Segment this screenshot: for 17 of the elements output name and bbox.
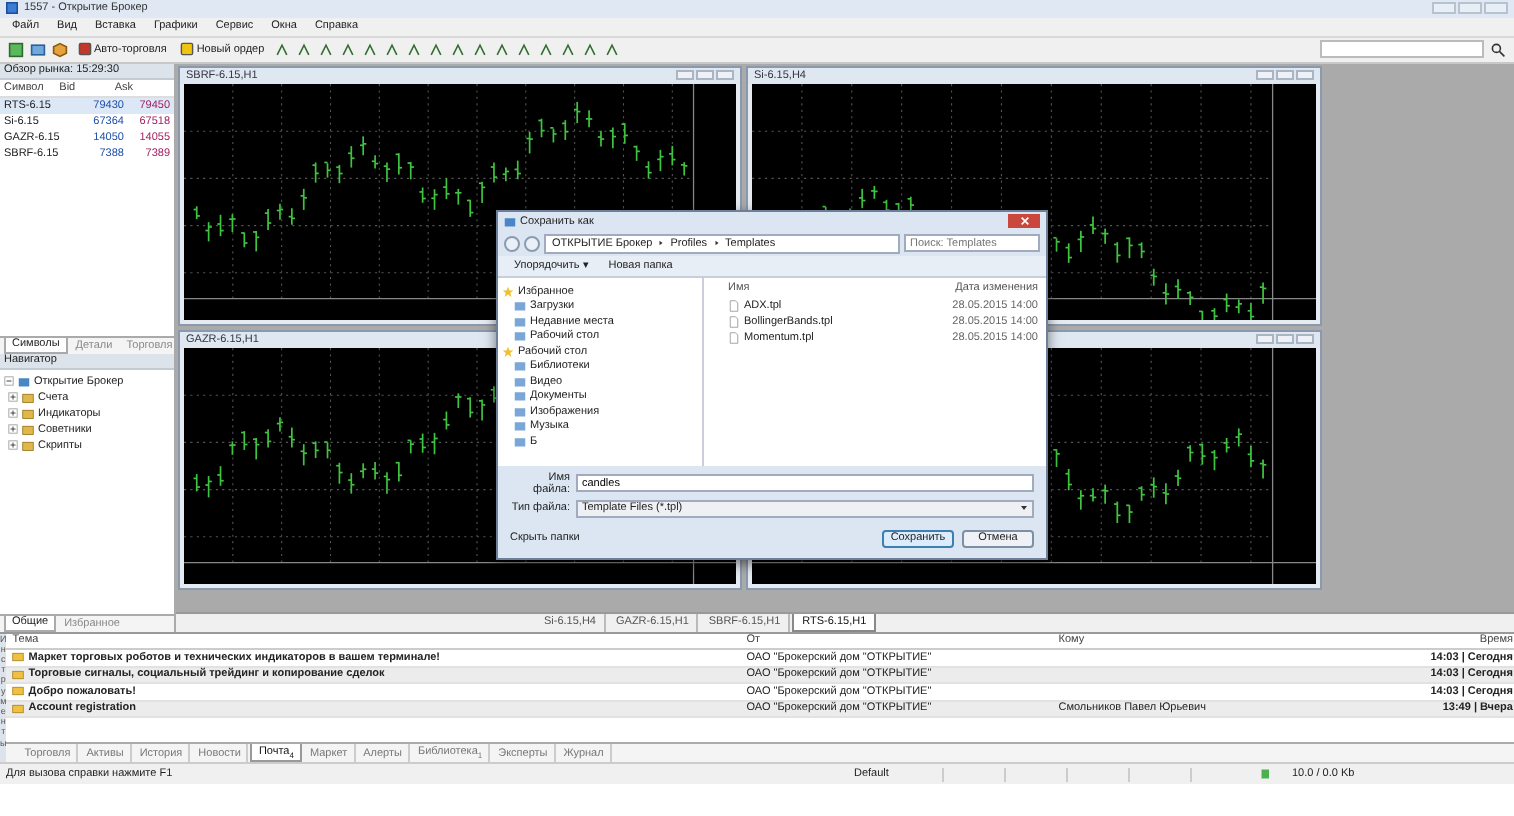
connection-icon (1260, 768, 1272, 781)
expand-icon[interactable] (8, 440, 18, 451)
expand-icon[interactable] (8, 392, 18, 403)
close-icon (1019, 216, 1029, 227)
collapse-icon[interactable] (4, 376, 14, 387)
expand-icon[interactable] (8, 424, 18, 435)
app-icon (6, 2, 18, 15)
folder-icon (504, 215, 516, 228)
star-icon (502, 285, 514, 298)
cube-icon[interactable] (52, 41, 68, 58)
expand-icon[interactable] (8, 408, 18, 419)
star-icon (502, 345, 514, 358)
search-icon[interactable] (1490, 41, 1506, 58)
close-button[interactable] (1008, 214, 1040, 229)
back-button[interactable] (504, 235, 520, 252)
search-field[interactable] (1320, 40, 1484, 59)
forward-button[interactable] (524, 235, 540, 252)
